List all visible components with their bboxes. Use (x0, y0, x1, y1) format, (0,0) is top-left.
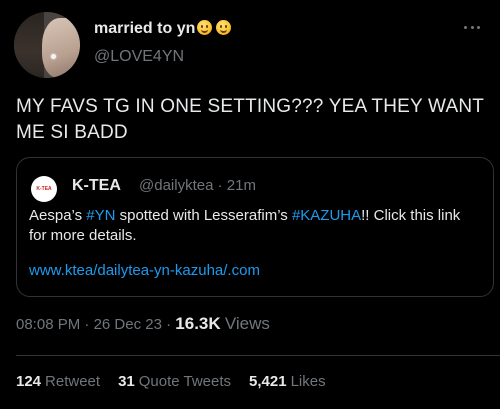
quote-tweets-count: 31 (118, 373, 135, 390)
avatar-hair (14, 12, 44, 78)
quoted-author-meta: @dailyktea · 21m (139, 177, 256, 194)
quoted-tweet-card[interactable]: K-TEA K-TEA @dailyktea · 21m Aespa’s #YN… (16, 157, 494, 297)
quoted-author-handle[interactable]: @dailyktea (139, 177, 213, 194)
tweet-text: MY FAVS TG IN ONE SETTING??? YEA THEY WA… (16, 96, 484, 143)
hashtag-link[interactable]: #KAZUHA (292, 207, 361, 224)
divider (16, 355, 500, 356)
views-label: Views (224, 314, 270, 333)
quoted-tweet-body: Aespa’s #YN spotted with Lesserafim’s #K… (29, 206, 469, 246)
likes-stat[interactable]: 5,421 Likes (249, 373, 326, 390)
tweet: married to yn @LOVE4YN MY FAVS TG IN ONE… (0, 0, 500, 409)
quoted-body-text: spotted with Lesserafim’s (115, 207, 292, 224)
likes-count: 5,421 (249, 373, 287, 390)
likes-label: Likes (290, 373, 326, 390)
tweet-date[interactable]: 26 Dec 23 (94, 316, 162, 333)
tweet-time[interactable]: 08:08 PM (16, 316, 80, 333)
quoted-url-link[interactable]: www.ktea/dailytea-yn-kazuha/.com (29, 262, 260, 279)
avatar-earring (51, 54, 56, 59)
tweet-stats: 124 Retweet 31 Quote Tweets 5,421 Likes (16, 373, 326, 390)
retweets-label: Retweet (45, 373, 101, 390)
quoted-author-avatar[interactable]: K-TEA (31, 176, 57, 202)
author-handle[interactable]: @LOVE4YN (94, 48, 184, 66)
quoted-time-ago[interactable]: 21m (227, 177, 256, 194)
quoted-avatar-logo: K-TEA (36, 186, 52, 192)
meta-separator: · (166, 316, 172, 333)
quote-tweets-stat[interactable]: 31 Quote Tweets (118, 373, 231, 390)
tweet-meta: 08:08 PM · 26 Dec 23 · 16.3K Views (16, 314, 270, 334)
avatar-face (42, 18, 80, 78)
retweets-stat[interactable]: 124 Retweet (16, 373, 100, 390)
hushed-face-emoji-icon (197, 20, 213, 35)
quote-tweets-label: Quote Tweets (138, 373, 232, 390)
author-avatar[interactable] (14, 12, 80, 78)
meta-separator: · (84, 316, 90, 333)
quoted-meta-separator: · (217, 177, 223, 194)
views-count: 16.3K (175, 314, 221, 333)
author-name-text: married to yn (94, 20, 196, 37)
quoted-body-text: Aespa’s (29, 207, 87, 224)
retweets-count: 124 (16, 373, 42, 390)
hushed-face-emoji-icon (216, 20, 232, 35)
quoted-author-name[interactable]: K-TEA (72, 177, 121, 195)
author-display-name[interactable]: married to yn (94, 20, 232, 38)
hashtag-link[interactable]: #YN (86, 207, 115, 224)
more-icon[interactable] (464, 24, 480, 30)
